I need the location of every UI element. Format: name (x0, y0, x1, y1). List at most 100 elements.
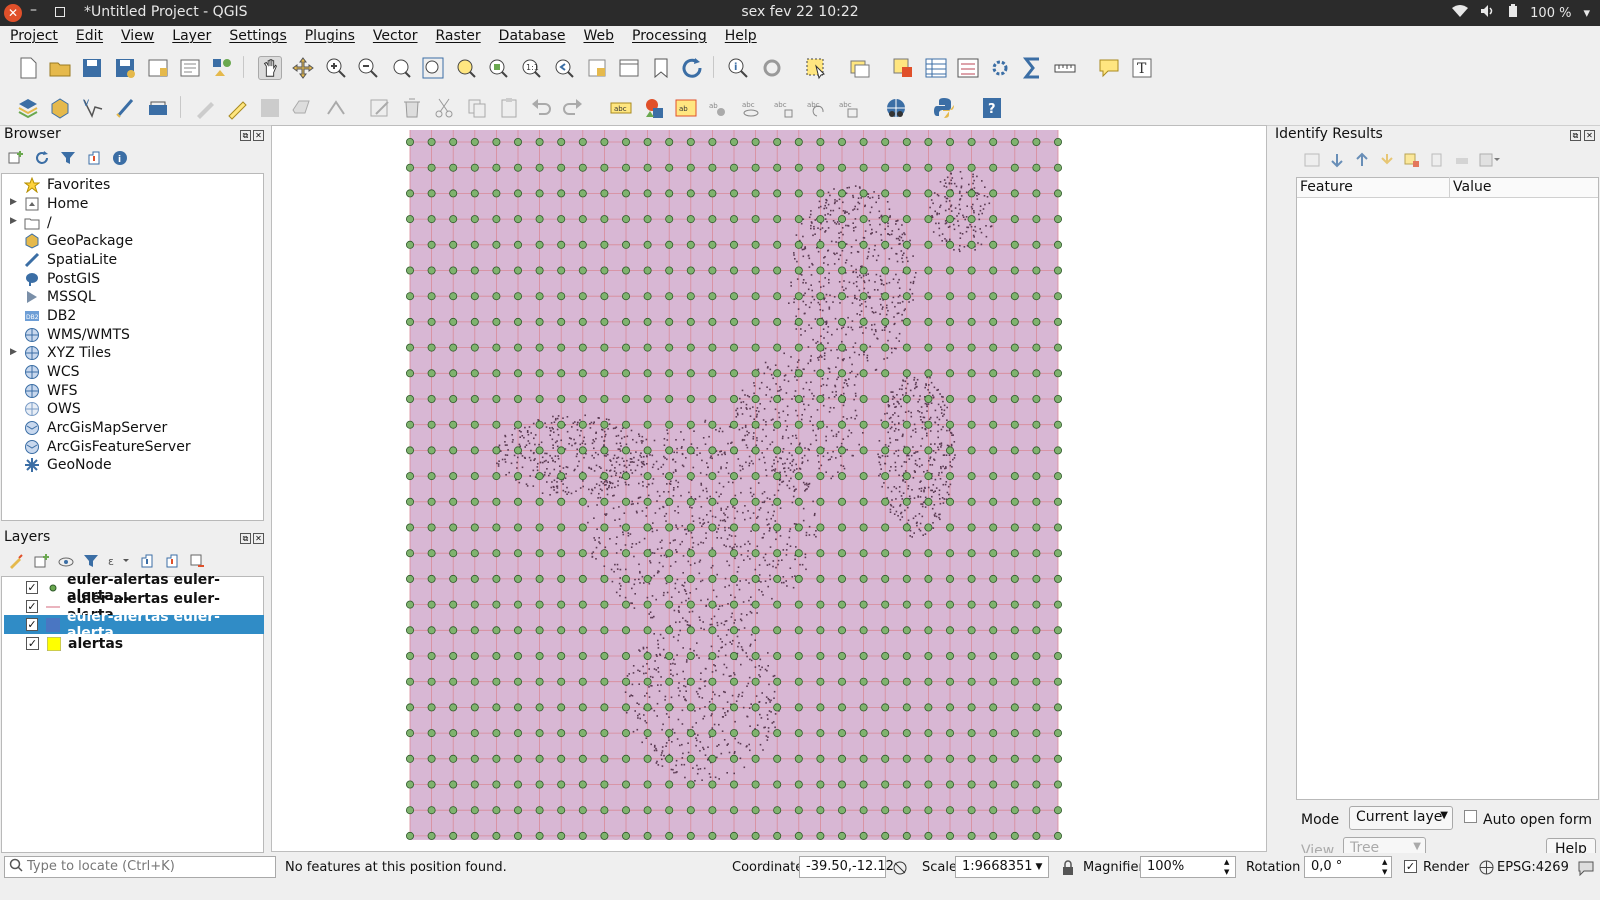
map-canvas[interactable] (271, 125, 1267, 852)
filter-browser-icon[interactable] (60, 150, 76, 166)
remove-layer-icon[interactable] (189, 553, 205, 569)
zoom-to-layer-icon[interactable] (486, 56, 510, 80)
browser-item-favorites[interactable]: Favorites (23, 175, 110, 194)
layout-manager-icon[interactable] (178, 56, 202, 80)
save-as-icon[interactable] (113, 56, 137, 80)
python-console-icon[interactable] (932, 96, 956, 120)
browser-item-wms-wmts[interactable]: WMS/WMTS (24, 325, 130, 344)
render-checkbox[interactable]: ✓ (1404, 860, 1417, 873)
new-spatialite-layer-icon[interactable] (113, 96, 137, 120)
menu-help[interactable]: Help (715, 26, 765, 48)
deselect-all-icon[interactable] (891, 56, 915, 80)
data-source-manager-icon[interactable] (16, 96, 40, 120)
open-project-icon[interactable] (48, 56, 72, 80)
wifi-icon[interactable] (1452, 4, 1469, 22)
minimize-window-button[interactable]: – (30, 2, 37, 18)
zoom-in-icon[interactable] (324, 56, 348, 80)
locator-search-input[interactable]: Type to locate (Ctrl+K) (4, 856, 276, 878)
new-project-icon[interactable] (16, 56, 40, 80)
zoom-out-icon[interactable] (356, 56, 380, 80)
float-panel-icon[interactable]: ⧉ (240, 130, 251, 141)
battery-icon[interactable] (1508, 4, 1518, 22)
expand-new-results-icon[interactable] (1379, 152, 1395, 168)
float-panel-icon[interactable]: ⧉ (240, 533, 251, 544)
browser-item-xyz-tiles[interactable]: XYZ Tiles (24, 343, 111, 362)
chevron-down-icon[interactable]: ▾ (1583, 6, 1590, 21)
collapse-all-results-icon[interactable] (1354, 152, 1370, 168)
crs-globe-icon[interactable] (1479, 860, 1494, 875)
messages-icon[interactable] (1578, 860, 1594, 876)
new-print-layout-icon[interactable] (146, 56, 170, 80)
menu-vector[interactable]: Vector (363, 26, 426, 48)
lock-scale-icon[interactable] (1061, 860, 1075, 876)
vertex-tool-icon[interactable] (324, 96, 348, 120)
layer-visibility-checkbox[interactable]: ✓ (26, 618, 39, 631)
browser-item-wfs[interactable]: WFS (24, 381, 78, 400)
select-by-value-icon[interactable] (848, 56, 872, 80)
new-geopackage-layer-icon[interactable] (48, 96, 72, 120)
add-group-icon[interactable] (33, 553, 49, 569)
crs-label[interactable]: EPSG:4269 (1497, 860, 1569, 875)
toggle-editing-icon[interactable] (225, 96, 249, 120)
toggle-extents-icon[interactable] (892, 860, 908, 876)
browser-item-db2[interactable]: DB2 DB2 (24, 306, 76, 325)
menu-view[interactable]: View (111, 26, 162, 48)
cut-features-icon[interactable] (432, 96, 456, 120)
expand-arrow-icon[interactable]: ▶ (10, 197, 17, 207)
show-hide-labels-icon[interactable]: abc (739, 96, 763, 120)
add-feature-icon[interactable] (290, 96, 314, 120)
close-panel-icon[interactable]: ✕ (253, 533, 264, 544)
menu-settings[interactable]: Settings (219, 26, 294, 48)
current-edits-icon[interactable] (193, 96, 217, 120)
zoom-rubber-band-icon[interactable] (389, 56, 413, 80)
magnifier-stepper[interactable]: ▲ ▼ (1224, 857, 1229, 877)
manage-map-themes-icon[interactable] (58, 553, 74, 569)
copy-features-icon[interactable] (465, 96, 489, 120)
layer-visibility-checkbox[interactable]: ✓ (26, 637, 39, 650)
menu-project[interactable]: Project (0, 26, 66, 48)
coordinate-field[interactable]: -39.50,-12.12 (799, 856, 894, 878)
menu-plugins[interactable]: Plugins (295, 26, 363, 48)
menu-raster[interactable]: Raster (426, 26, 489, 48)
pan-to-selection-icon[interactable] (291, 56, 315, 80)
add-selected-layers-icon[interactable] (8, 150, 24, 166)
zoom-next-icon[interactable] (585, 56, 609, 80)
clear-results-icon[interactable] (1404, 152, 1420, 168)
browser-item-mssql[interactable]: MSSQL (24, 287, 96, 306)
print-response-icon[interactable] (1454, 152, 1470, 168)
action-icon[interactable] (760, 56, 784, 80)
maximize-window-button[interactable] (55, 7, 65, 17)
auto-open-form-checkbox[interactable] (1464, 810, 1477, 823)
zoom-to-selection-icon[interactable] (454, 56, 478, 80)
measure-line-icon[interactable] (1053, 56, 1077, 80)
filter-legend-icon[interactable] (83, 553, 99, 569)
layer-row-selected[interactable]: ✓ euler-alertas euler-alerta... (4, 609, 264, 641)
layer-diagram-icon[interactable] (642, 96, 666, 120)
collapse-all-icon[interactable] (86, 150, 102, 166)
zoom-native-icon[interactable]: 1:1 (519, 56, 543, 80)
identify-features-icon[interactable]: i (727, 56, 751, 80)
undo-icon[interactable] (529, 96, 553, 120)
zoom-full-icon[interactable] (421, 56, 445, 80)
browser-item-wcs[interactable]: WCS (24, 362, 80, 381)
browser-item-root[interactable]: / (24, 213, 52, 232)
chevron-down-icon[interactable]: ▼ (1029, 857, 1049, 877)
collapse-all-layers-icon[interactable] (164, 553, 180, 569)
pin-labels-icon[interactable]: ab (706, 96, 730, 120)
mode-select[interactable]: Current laye ▼ (1349, 806, 1453, 830)
filter-by-expression-icon[interactable]: ε (108, 553, 130, 569)
menu-web[interactable]: Web (573, 26, 622, 48)
new-shapefile-layer-icon[interactable]: V (81, 96, 105, 120)
redo-icon[interactable] (561, 96, 585, 120)
column-feature[interactable]: Feature (1300, 179, 1353, 195)
browser-item-arcgis-map-server[interactable]: ArcGisMapServer (24, 418, 167, 437)
layer-labeling-icon[interactable]: abc (609, 96, 633, 120)
pan-map-icon[interactable] (258, 56, 282, 80)
new-virtual-layer-icon[interactable] (146, 96, 170, 120)
menu-edit[interactable]: Edit (66, 26, 111, 48)
metasearch-icon[interactable] (884, 96, 908, 120)
change-label-icon[interactable]: abc (836, 96, 860, 120)
browser-item-home[interactable]: Home (24, 194, 88, 213)
browser-item-postgis[interactable]: PostGIS (24, 269, 100, 288)
magnifier-field[interactable]: 100% (1140, 856, 1236, 878)
